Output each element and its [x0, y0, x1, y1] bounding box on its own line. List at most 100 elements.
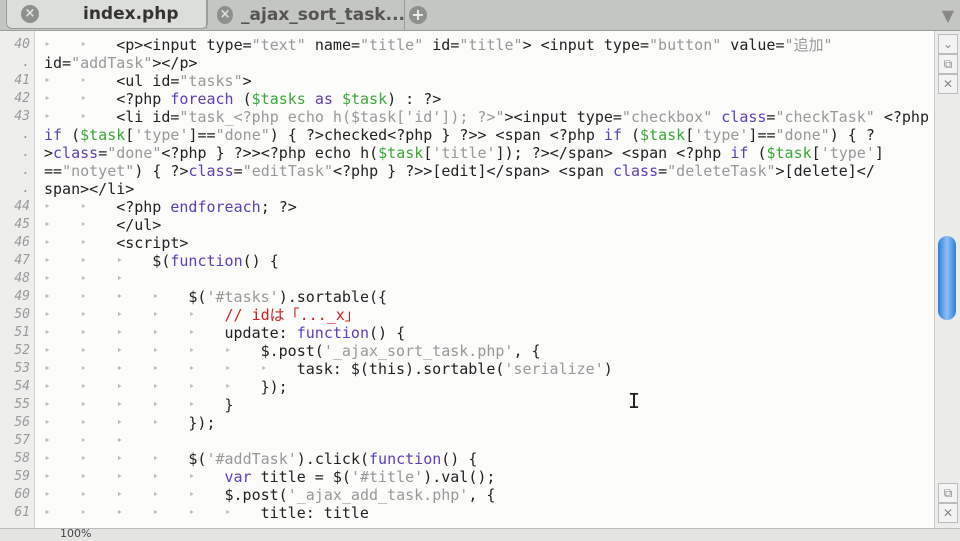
code-line: 42 ‣ ‣ <?php foreach ($tasks as $task) : ?> — [0, 90, 934, 108]
tab-marker-icon: ‣ — [188, 308, 196, 321]
tab-marker-icon: ‣ — [44, 92, 51, 105]
code-token: <li id= — [116, 108, 180, 126]
tab-marker-icon: ‣ — [80, 272, 87, 285]
tab-marker-icon: ‣ — [44, 236, 51, 249]
split-view-icon[interactable]: ⧉ — [938, 483, 958, 503]
line-number: 57 — [14, 433, 30, 448]
tab-marker-icon: ‣ — [44, 434, 51, 447]
code-token: $( — [188, 288, 207, 306]
line-number: 58 — [14, 451, 30, 466]
tab-marker-icon: ‣ — [44, 38, 51, 51]
tab-marker-icon: ‣ — [116, 434, 123, 447]
code-line: . >class="done"<?php } ?>><?php echo h($t… — [0, 144, 934, 162]
line-number: 47 — [14, 253, 30, 268]
tab-marker-icon: ‣ — [152, 398, 159, 411]
code-token: if — [603, 126, 622, 144]
code-token: '_ajax_add_task.php' — [287, 486, 469, 504]
code-text: <li id="task_<?php echo h($task['id']); … — [116, 108, 929, 126]
code-token: > — [44, 144, 54, 162]
line-number: 54 — [14, 379, 30, 394]
code-token: ) — [603, 360, 613, 378]
line-number: . — [22, 181, 30, 196]
code-token: function — [296, 324, 369, 342]
code-token: update: — [224, 324, 297, 342]
tab-marker-icon: ‣ — [152, 416, 159, 429]
code-token: [ — [423, 144, 433, 162]
code-token: $( — [188, 450, 207, 468]
tab-marker-icon: ‣ — [80, 416, 87, 429]
chevron-down-icon[interactable]: ⌄ — [938, 34, 958, 54]
code-token: ) : ?> — [387, 90, 442, 108]
close-split-icon[interactable]: ✕ — [938, 503, 958, 523]
close-tab-icon[interactable]: × — [217, 5, 234, 24]
tab-marker-icon: ‣ — [44, 74, 51, 87]
code-line: . span></li> — [0, 180, 934, 198]
split-view-icon[interactable]: ⧉ — [938, 54, 958, 74]
vertical-scrollbar[interactable]: ⌄ ⧉ ✕ ⧉ ✕ — [934, 31, 960, 528]
tab-marker-icon: ‣ — [116, 326, 123, 339]
code-token: title: title — [260, 504, 369, 522]
code-text: <?php endforeach; ?> — [116, 198, 297, 216]
close-tab-icon[interactable]: × — [21, 5, 39, 23]
tab-marker-icon: ‣ — [116, 272, 123, 285]
tab-marker-icon: ‣ — [260, 362, 268, 375]
code-token: ]); ?></span> <span <?php — [495, 144, 731, 162]
code-text: task: $(this).sortable('serialize') — [297, 360, 613, 378]
code-token: class — [612, 162, 659, 180]
line-number: . — [22, 55, 30, 70]
tab-marker-icon: ‣ — [44, 110, 51, 123]
code-token: $.post( — [260, 342, 324, 360]
code-line: 56 ‣ ‣ ‣ ‣}); — [0, 414, 934, 432]
code-token: = — [658, 162, 668, 180]
tab-marker-icon: ‣ — [224, 362, 232, 375]
code-token: 'type' — [134, 126, 189, 144]
tab-menu-chevron-down-icon[interactable]: ▼ — [942, 6, 954, 25]
code-token: , { — [513, 342, 541, 360]
code-line: 54 ‣ ‣ ‣ ‣ ‣ ‣}); — [0, 378, 934, 396]
code-token: ) { ?> — [134, 162, 189, 180]
code-token: ) { ? — [829, 126, 875, 144]
code-token: function — [170, 252, 243, 270]
code-text: <p><input type="text" name="title" id="t… — [116, 36, 832, 54]
line-number: 45 — [14, 217, 30, 232]
status-bar: 100% — [0, 527, 960, 541]
code-line: 48 ‣ ‣ ‣ — [0, 270, 934, 288]
code-token: <?php — [116, 90, 171, 108]
line-number: 60 — [14, 487, 30, 502]
line-number: 53 — [14, 361, 30, 376]
tab-marker-icon: ‣ — [44, 398, 51, 411]
code-token: 'type' — [820, 144, 875, 162]
tab-marker-icon: ‣ — [44, 416, 51, 429]
tab-marker-icon: ‣ — [224, 506, 232, 519]
code-editor[interactable]: 40 ‣ ‣ <p><input type="text" name="title" i… — [0, 31, 934, 528]
tab-ajax-sort-task[interactable]: × _ajax_sort_task... — [206, 0, 405, 29]
new-tab-button[interactable]: + — [404, 0, 431, 30]
tab-label: _ajax_sort_task... — [241, 4, 405, 25]
line-number: . — [22, 163, 30, 178]
code-token: class — [188, 162, 234, 180]
close-split-icon[interactable]: ✕ — [938, 74, 958, 94]
tab-marker-icon: ‣ — [116, 290, 123, 303]
code-line: 59 ‣ ‣ ‣ ‣ ‣ var title = $('#title').val(); — [0, 468, 934, 486]
scrollbar-thumb[interactable] — [938, 236, 956, 320]
code-token: "title" — [459, 36, 523, 54]
tab-marker-icon: ‣ — [80, 344, 87, 357]
code-token: 'title' — [432, 144, 496, 162]
code-line: . =="notyet") { ?>class="editTask"<?php }… — [0, 162, 934, 180]
text-cursor-icon: I — [628, 389, 641, 413]
zoom-level[interactable]: 100% — [60, 527, 91, 540]
code-line: 46 ‣ ‣ <script> — [0, 234, 934, 252]
line-number: 49 — [14, 289, 30, 304]
code-text: $.post('_ajax_add_task.php', { — [225, 486, 496, 504]
tab-marker-icon: ‣ — [152, 290, 159, 303]
code-token: >[delete]</ — [775, 162, 875, 180]
code-token: ).click( — [296, 450, 370, 468]
code-token: $task — [378, 144, 424, 162]
tab-marker-icon: ‣ — [152, 470, 159, 483]
tab-index-php[interactable]: × index.php — [6, 0, 208, 29]
tab-marker-icon: ‣ — [44, 470, 51, 483]
code-text: $(function() { — [152, 252, 278, 270]
code-token: ]== — [188, 126, 216, 144]
tab-marker-icon: ‣ — [116, 308, 123, 321]
code-token: name= — [305, 36, 361, 54]
